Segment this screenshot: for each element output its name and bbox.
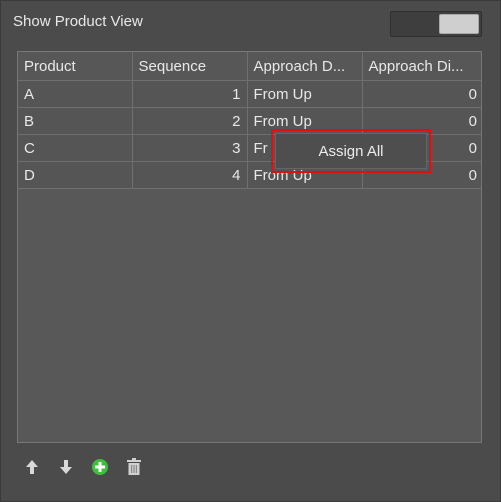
delete-button[interactable] (125, 458, 143, 476)
move-up-button[interactable] (23, 458, 41, 476)
cell-product[interactable]: B (18, 107, 133, 135)
product-table: Product Sequence Approach D... Approach … (17, 51, 482, 443)
panel-title: Show Product View (13, 13, 143, 30)
move-down-button[interactable] (57, 458, 75, 476)
cell-product[interactable]: D (18, 161, 133, 189)
cell-sequence[interactable]: 4 (132, 161, 248, 189)
table-row[interactable]: A 1 From Up 0 (18, 80, 481, 108)
context-menu: Assign All (271, 129, 431, 173)
toggle-knob[interactable] (439, 14, 479, 34)
product-view-panel: Show Product View Product Sequence Appro… (0, 0, 501, 502)
table-header-row: Product Sequence Approach D... Approach … (18, 52, 481, 81)
arrow-up-icon (26, 460, 38, 474)
cell-sequence[interactable]: 3 (132, 134, 248, 162)
column-header-approach-direction[interactable]: Approach D... (247, 52, 363, 81)
cell-approach-distance[interactable]: 0 (362, 80, 481, 108)
add-icon (92, 459, 108, 475)
cell-sequence[interactable]: 1 (132, 80, 248, 108)
arrow-down-icon (60, 460, 72, 474)
assign-all-menu-item[interactable]: Assign All (275, 133, 427, 169)
cell-product[interactable]: C (18, 134, 133, 162)
cell-sequence[interactable]: 2 (132, 107, 248, 135)
cell-product[interactable]: A (18, 80, 133, 108)
cell-approach-direction[interactable]: From Up (247, 80, 363, 108)
column-header-approach-distance[interactable]: Approach Di... (362, 52, 481, 81)
show-product-view-toggle[interactable] (390, 11, 482, 37)
trash-icon (127, 458, 141, 475)
table-toolbar (23, 456, 143, 478)
add-button[interactable] (91, 458, 109, 476)
column-header-product[interactable]: Product (18, 52, 133, 81)
column-header-sequence[interactable]: Sequence (132, 52, 248, 81)
